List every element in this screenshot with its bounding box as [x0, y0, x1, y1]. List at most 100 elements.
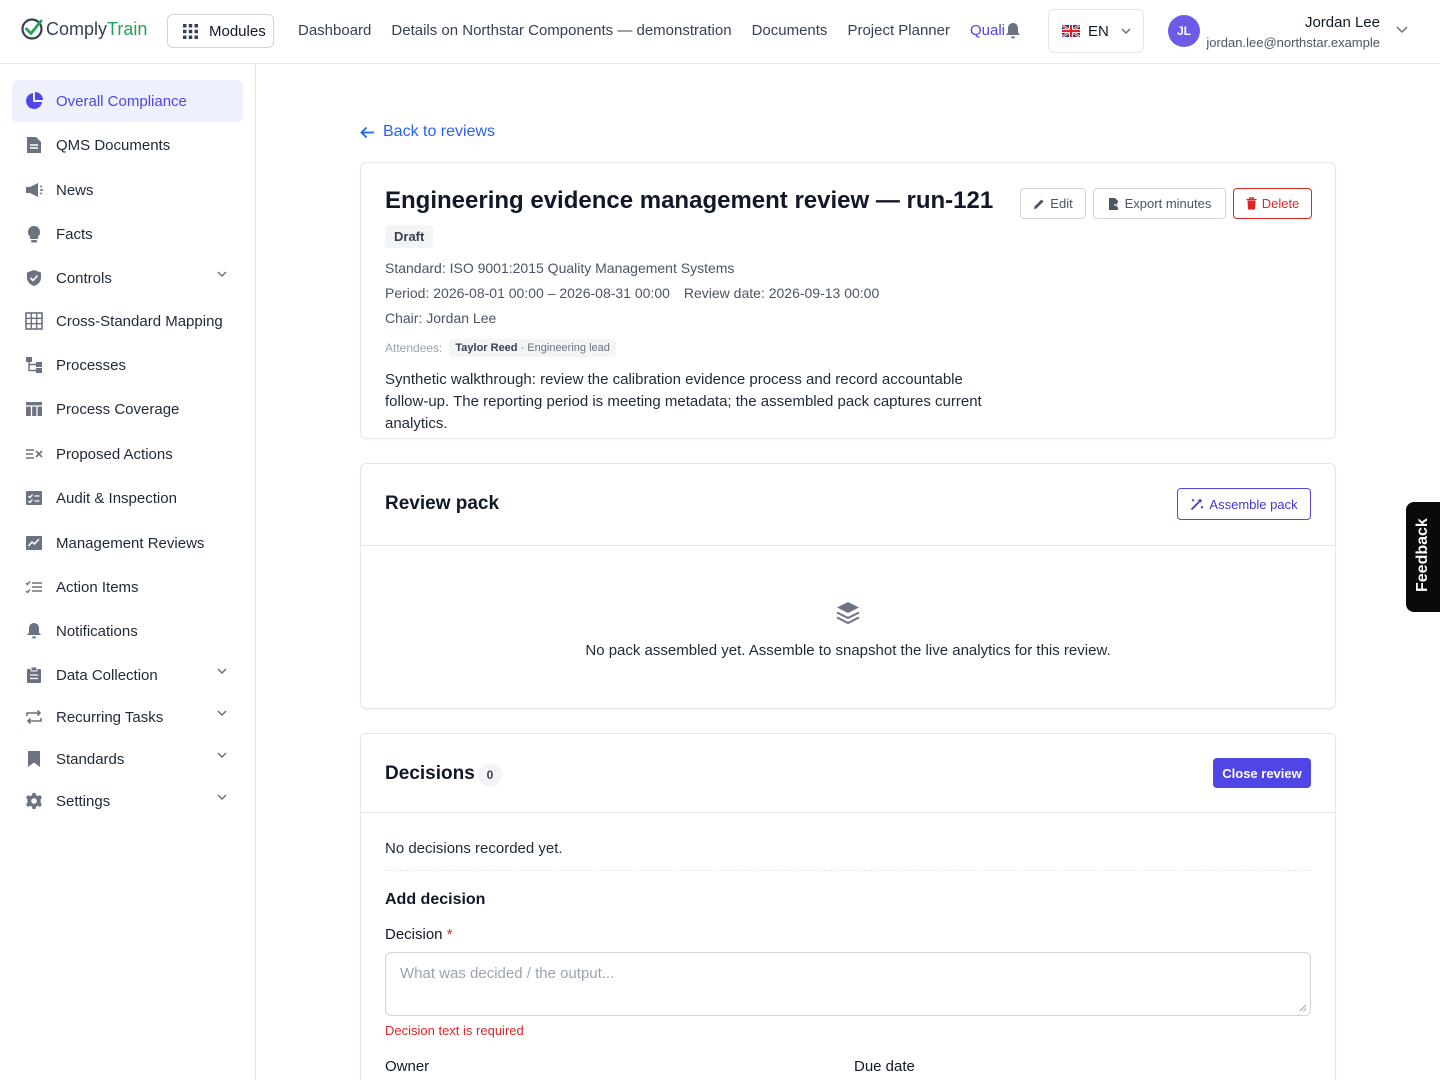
decision-textarea[interactable]: What was decided / the output...: [385, 952, 1311, 1016]
close-review-label: Close review: [1222, 765, 1302, 781]
sidebar-item-processes[interactable]: Processes: [12, 344, 243, 386]
add-decision-heading: Add decision: [385, 891, 486, 908]
pie-chart-icon: [24, 91, 44, 111]
review-pack-empty-text: No pack assembled yet. Assemble to snaps…: [585, 642, 1111, 659]
sidebar-item-controls[interactable]: Controls: [12, 257, 243, 299]
nav-dashboard[interactable]: Dashboard: [298, 22, 371, 39]
bookmark-icon: [24, 749, 44, 769]
user-name[interactable]: Jordan Lee: [1305, 14, 1380, 31]
sidebar-item-label: Notifications: [56, 622, 138, 640]
sidebar-item-notifications[interactable]: Notifications: [12, 610, 243, 652]
feedback-tab[interactable]: Feedback: [1406, 502, 1440, 612]
sidebar-item-label: Controls: [56, 269, 112, 287]
attendee-chip: Taylor Reed · Engineering lead: [449, 339, 616, 357]
user-email: jordan.lee@northstar.example: [1206, 35, 1380, 50]
brand-name-part1: Comply: [46, 18, 108, 39]
sidebar-item-overall-compliance[interactable]: Overall Compliance: [12, 80, 243, 122]
list-x-icon: [24, 444, 44, 464]
close-review-button[interactable]: Close review: [1213, 758, 1311, 788]
resize-handle-icon[interactable]: [1299, 1004, 1307, 1012]
sidebar-item-management-reviews[interactable]: Management Reviews: [12, 522, 243, 564]
trash-icon: [1246, 197, 1257, 210]
apps-grid-icon: [183, 23, 198, 39]
main-nav: Dashboard Details on Northstar Component…: [298, 22, 1011, 39]
modules-label: Modules: [209, 22, 266, 40]
sidebar-item-data-collection[interactable]: Data Collection: [12, 654, 243, 696]
sidebar-item-label: Management Reviews: [56, 534, 205, 552]
sidebar-item-action-items[interactable]: Action Items: [12, 566, 243, 608]
sidebar-item-proposed-actions[interactable]: Proposed Actions: [12, 433, 243, 475]
review-date: Review date: 2026-09-13 00:00: [683, 285, 880, 301]
pencil-icon: [1034, 199, 1044, 209]
back-to-reviews-link[interactable]: Back to reviews: [360, 123, 495, 141]
sidebar-item-label: Data Collection: [56, 666, 158, 684]
assemble-pack-label: Assemble pack: [1209, 496, 1298, 512]
document-icon: [24, 135, 44, 155]
decisions-title: Decisions: [385, 763, 475, 784]
gear-icon: [24, 791, 44, 811]
modules-button[interactable]: Modules: [167, 14, 274, 48]
export-minutes-button[interactable]: Export minutes: [1093, 188, 1226, 219]
language-code: EN: [1088, 22, 1109, 40]
sidebar-item-audit-inspection[interactable]: Audit & Inspection: [12, 477, 243, 519]
sidebar-item-label: Audit & Inspection: [56, 489, 177, 507]
user-menu-chevron-icon[interactable]: [1396, 26, 1408, 34]
brand-logo[interactable]: Comply Train: [20, 17, 147, 41]
attendee-role: · Engineering lead: [517, 342, 610, 354]
check-circle-logo-icon: [21, 18, 43, 40]
sidebar-item-process-coverage[interactable]: Process Coverage: [12, 388, 243, 430]
decision-label-text: Decision: [385, 926, 443, 943]
user-avatar[interactable]: JL: [1168, 15, 1200, 47]
nav-quali[interactable]: Quali: [970, 22, 1005, 39]
nav-project-planner[interactable]: Project Planner: [847, 22, 950, 39]
layers-icon: [836, 602, 860, 625]
sidebar-item-standards[interactable]: Standards: [12, 738, 243, 780]
nav-details[interactable]: Details on Northstar Components — demons…: [391, 22, 731, 39]
decision-error-text: Decision text is required: [385, 1023, 524, 1038]
sidebar-item-label: Processes: [56, 356, 127, 374]
sidebar-item-facts[interactable]: Facts: [12, 213, 243, 255]
review-period-line: Period: 2026-08-01 00:00 – 2026-08-31 00…: [385, 285, 879, 301]
sidebar-item-label: Settings: [56, 792, 111, 810]
megaphone-icon: [24, 180, 44, 200]
decision-placeholder: What was decided / the output...: [400, 965, 615, 982]
grid-icon: [24, 311, 44, 331]
sidebar-item-settings[interactable]: Settings: [12, 780, 243, 822]
sidebar-item-qms-documents[interactable]: QMS Documents: [12, 124, 243, 166]
required-asterisk: *: [446, 926, 453, 943]
owner-field-label: Owner: [385, 1058, 430, 1075]
sidebar-item-recurring-tasks[interactable]: Recurring Tasks: [12, 696, 243, 738]
nav-documents[interactable]: Documents: [752, 22, 828, 39]
sidebar-item-cross-standard-mapping[interactable]: Cross-Standard Mapping: [12, 300, 243, 342]
back-label: Back to reviews: [383, 123, 496, 140]
chevron-down-icon: [217, 668, 227, 674]
status-badge: Draft: [385, 225, 434, 248]
sidebar-item-label: Proposed Actions: [56, 445, 173, 463]
sidebar-item-label: News: [56, 181, 94, 199]
edit-button[interactable]: Edit: [1020, 188, 1086, 219]
review-description: Synthetic walkthrough: review the calibr…: [385, 371, 982, 432]
bell-icon: [24, 621, 44, 641]
review-standard: Standard: ISO 9001:2015 Quality Manageme…: [385, 260, 735, 276]
divider: [361, 812, 1335, 813]
language-selector[interactable]: EN: [1048, 9, 1144, 53]
sidebar: Overall Compliance QMS Documents News Fa…: [0, 64, 256, 1080]
assemble-pack-button[interactable]: Assemble pack: [1177, 488, 1311, 520]
notifications-bell-icon[interactable]: [1005, 22, 1021, 40]
table-icon: [24, 399, 44, 419]
sidebar-item-news[interactable]: News: [12, 169, 243, 211]
flow-icon: [24, 355, 44, 375]
due-date-field-label: Due date: [854, 1058, 915, 1075]
sidebar-item-label: QMS Documents: [56, 136, 171, 154]
chevron-down-icon: [217, 710, 227, 716]
chevron-down-icon: [1121, 28, 1131, 34]
sidebar-item-label: Cross-Standard Mapping: [56, 312, 223, 330]
divider: [361, 545, 1335, 546]
delete-label: Delete: [1261, 196, 1300, 211]
dashed-divider: [385, 870, 1311, 871]
repeat-icon: [24, 707, 44, 727]
attendee-name: Taylor Reed: [455, 342, 518, 354]
clipboard-icon: [24, 665, 44, 685]
magic-wand-icon: [1191, 498, 1204, 511]
delete-button[interactable]: Delete: [1233, 188, 1312, 219]
